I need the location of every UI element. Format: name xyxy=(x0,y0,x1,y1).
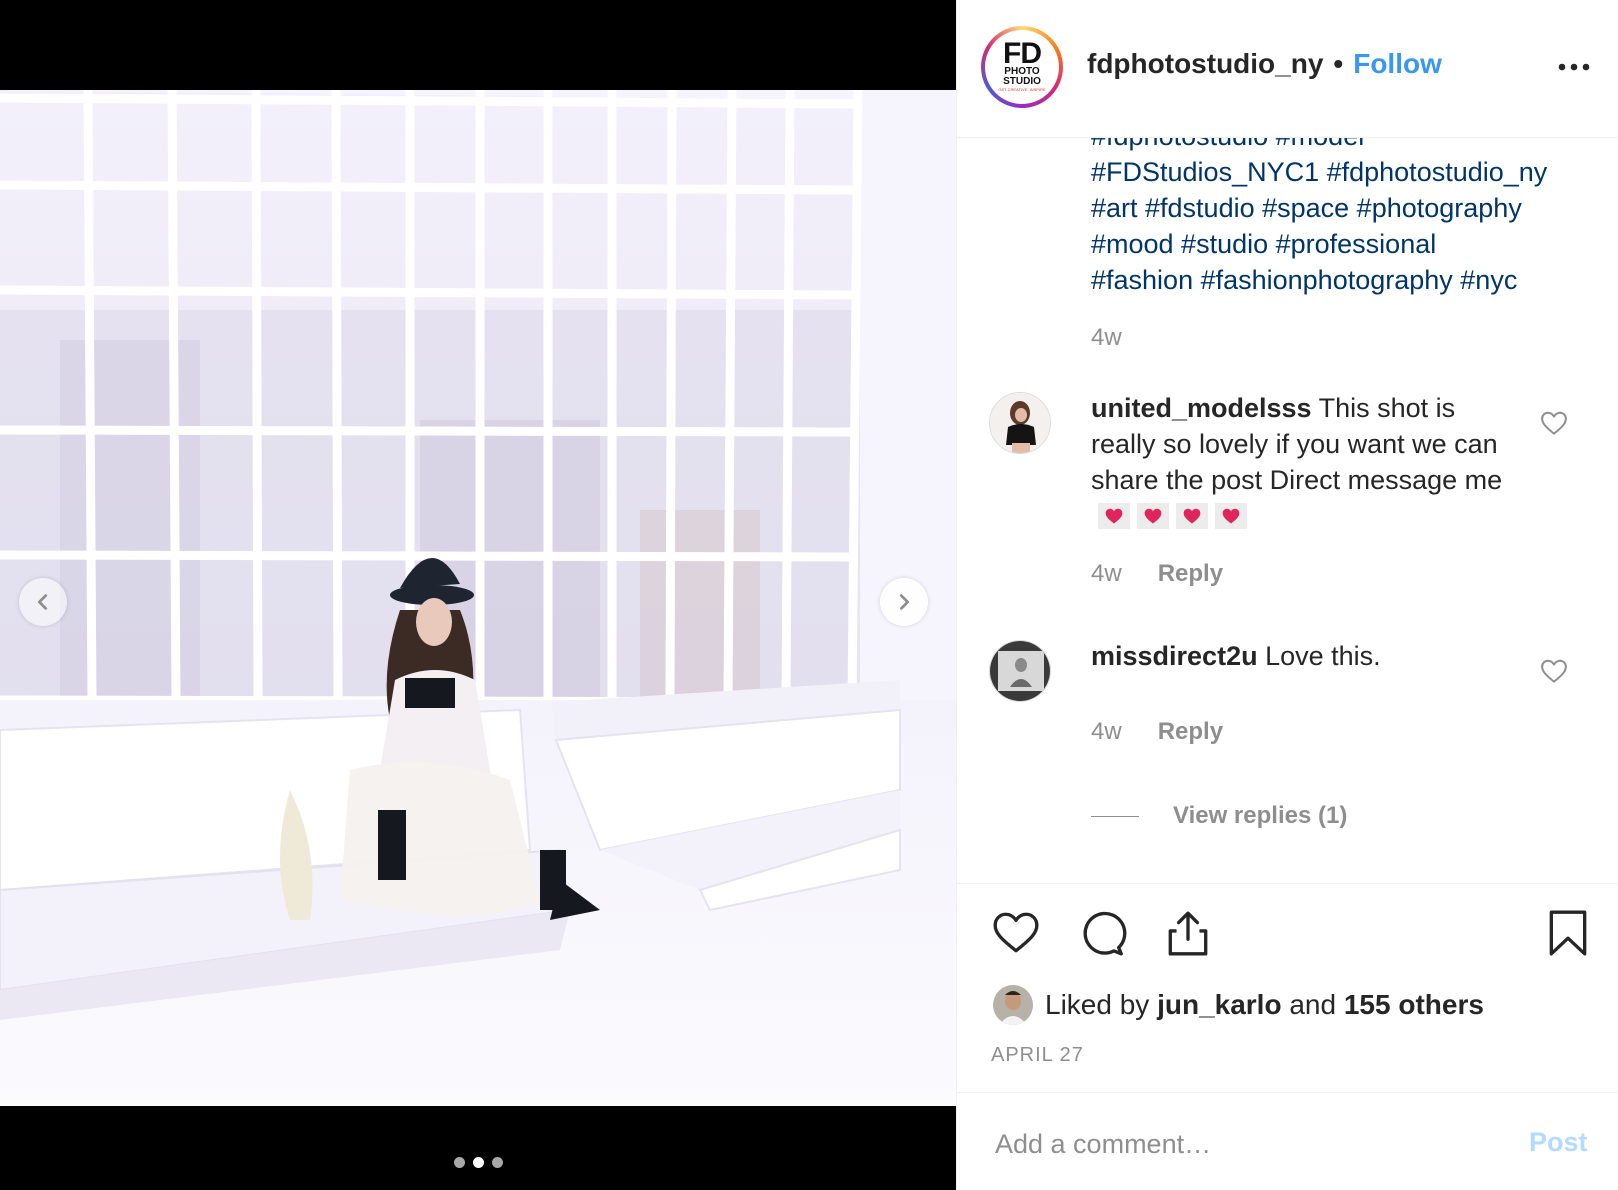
slide-indicator xyxy=(0,1157,956,1171)
post-date[interactable]: APRIL 27 xyxy=(991,1044,1084,1067)
caption-meta: 4w xyxy=(1091,324,1122,352)
logo-text: STUDIO xyxy=(1003,76,1041,87)
caption-age[interactable]: 4w xyxy=(1091,324,1122,352)
post-photo xyxy=(0,90,956,1106)
author-username[interactable]: fdphotostudio_ny xyxy=(1087,48,1323,80)
replies-divider-line xyxy=(1091,815,1139,817)
post-author-row: fdphotostudio_ny • Follow xyxy=(1087,48,1442,80)
comment-input[interactable] xyxy=(993,1123,1497,1165)
comment-body: united_modelsss This shot is really so l… xyxy=(1091,390,1511,534)
liked-by-and: and xyxy=(1289,989,1337,1020)
logo-text: FD xyxy=(1003,37,1042,70)
comment-icon[interactable] xyxy=(1077,908,1127,958)
likes-summary: Liked by jun_karlo and 155 others xyxy=(993,985,1484,1025)
heart-icon[interactable] xyxy=(991,908,1041,958)
chevron-right-icon xyxy=(899,594,910,610)
red-heart-icon xyxy=(1098,503,1130,529)
comment-like-heart-icon[interactable] xyxy=(1539,656,1569,686)
comment-meta: 4w Reply xyxy=(1091,718,1223,746)
liked-by-user[interactable]: jun_karlo xyxy=(1157,989,1281,1021)
liker-avatar[interactable] xyxy=(993,985,1033,1025)
caption-hashtags-line[interactable]: #fashion #fashionphotography #nyc xyxy=(1091,262,1591,298)
follow-button[interactable]: Follow xyxy=(1353,48,1442,80)
comment-like-heart-icon[interactable] xyxy=(1539,408,1569,438)
view-replies-label: View replies (1) xyxy=(1173,802,1348,829)
likes-count-link[interactable]: 155 others xyxy=(1344,989,1484,1021)
post-caption: #fdphotostudio #model #FDStudios_NYC1 #f… xyxy=(1091,138,1591,298)
comment-body: missdirect2u Love this. xyxy=(1091,638,1511,674)
studio-photo-image xyxy=(0,90,956,1106)
caption-hashtags-line[interactable]: #art #fdstudio #space #photography xyxy=(1091,190,1591,226)
fd-photo-studio-logo: FD PHOTO STUDIO GET CREATIVE. INSPIRE xyxy=(985,30,1059,104)
comment-username[interactable]: united_modelsss xyxy=(1091,393,1312,423)
post-comment-button[interactable]: Post xyxy=(1529,1127,1588,1158)
previous-slide-button[interactable] xyxy=(19,578,67,626)
commenter-avatar[interactable] xyxy=(989,640,1051,702)
share-icon[interactable] xyxy=(1163,908,1213,958)
logo-tagline: GET CREATIVE. INSPIRE xyxy=(998,87,1046,92)
add-comment-bar: Post xyxy=(957,1092,1618,1190)
post-side-panel: FD PHOTO STUDIO GET CREATIVE. INSPIRE fd… xyxy=(956,0,1618,1190)
reply-button[interactable]: Reply xyxy=(1158,560,1223,588)
post-media-viewer xyxy=(0,0,956,1190)
bookmark-icon[interactable] xyxy=(1543,908,1593,958)
reply-button[interactable]: Reply xyxy=(1158,718,1223,746)
red-heart-icon xyxy=(1137,503,1169,529)
slide-dot xyxy=(491,1157,503,1168)
caption-hashtags-line[interactable]: #fdphotostudio #model xyxy=(1091,138,1591,154)
red-heart-icon xyxy=(1215,503,1247,529)
liked-by-prefix: Liked by xyxy=(1045,989,1150,1020)
commenter-avatar[interactable] xyxy=(989,392,1051,454)
chevron-left-icon xyxy=(37,594,48,610)
post-header: FD PHOTO STUDIO GET CREATIVE. INSPIRE fd… xyxy=(957,0,1618,138)
avatar-photo xyxy=(990,393,1050,453)
red-heart-icon xyxy=(1176,503,1208,529)
caption-hashtags-line[interactable]: #mood #studio #professional xyxy=(1091,226,1591,262)
author-avatar[interactable]: FD PHOTO STUDIO GET CREATIVE. INSPIRE xyxy=(981,26,1063,108)
comment-age[interactable]: 4w xyxy=(1091,718,1122,746)
avatar-photo xyxy=(990,641,1050,701)
caption-hashtags-line[interactable]: #FDStudios_NYC1 #fdphotostudio_ny xyxy=(1091,154,1591,190)
more-horizontal-icon[interactable] xyxy=(1557,52,1591,82)
separator-dot: • xyxy=(1333,48,1344,79)
post-actions: Liked by jun_karlo and 155 others APRIL … xyxy=(957,883,1618,1092)
comment-text: Love this. xyxy=(1265,641,1381,671)
avatar-photo xyxy=(993,985,1033,1025)
comment-emojis xyxy=(1091,501,1247,531)
view-replies-button[interactable]: View replies (1) xyxy=(1091,802,1347,830)
comment-meta: 4w Reply xyxy=(1091,560,1223,588)
comment-age[interactable]: 4w xyxy=(1091,560,1122,588)
comments-list[interactable]: #fdphotostudio #model #FDStudios_NYC1 #f… xyxy=(957,138,1618,883)
slide-dot xyxy=(453,1157,465,1168)
comment-username[interactable]: missdirect2u xyxy=(1091,641,1258,671)
next-slide-button[interactable] xyxy=(880,578,928,626)
slide-dot xyxy=(472,1157,484,1168)
